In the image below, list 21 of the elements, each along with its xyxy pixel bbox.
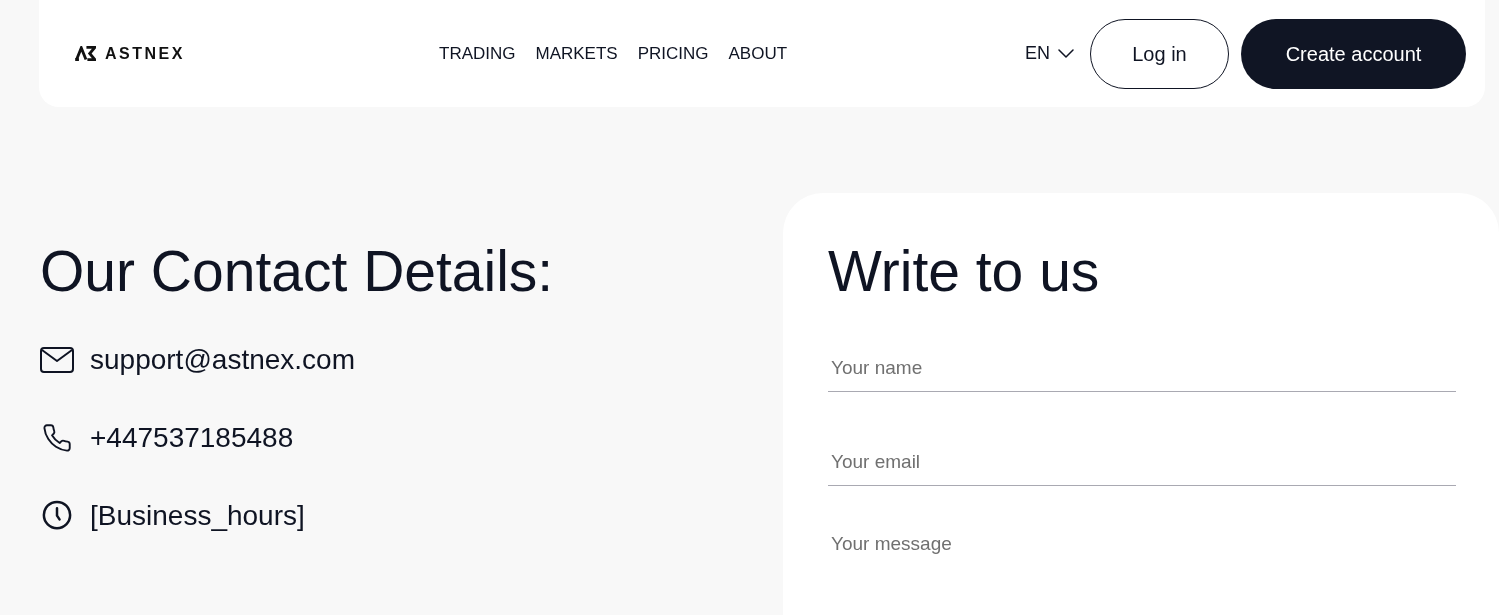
chevron-down-icon xyxy=(1058,49,1074,58)
logo-link[interactable]: ASTNEX xyxy=(75,41,185,66)
input-field[interactable]: Your email xyxy=(828,438,1456,487)
nav-link[interactable]: TRADING xyxy=(439,40,516,67)
nav-link[interactable]: MARKETS xyxy=(535,40,618,67)
business-hours-text: [Business_hours] xyxy=(90,498,305,533)
language-selector[interactable]: EN xyxy=(1025,40,1074,67)
message-field[interactable]: Your message xyxy=(828,532,1456,615)
logo-mark-icon xyxy=(75,46,96,61)
log-in-button[interactable]: Log in xyxy=(1090,18,1229,89)
contact-heading: Our Contact Details: xyxy=(40,238,555,305)
phone-icon xyxy=(43,423,71,452)
nav-link[interactable]: ABOUT xyxy=(728,40,788,67)
nav-link[interactable]: PRICING xyxy=(637,40,709,67)
envelope-icon xyxy=(40,347,74,374)
email-link[interactable]: support@astnex.com xyxy=(90,343,355,377)
form-heading: Write to us xyxy=(828,238,1101,305)
phone-link[interactable]: +447537185488 xyxy=(90,421,294,455)
clock-icon xyxy=(42,500,72,531)
input-field[interactable]: Your name xyxy=(828,344,1456,393)
create-account-button[interactable]: Create account xyxy=(1241,18,1466,89)
